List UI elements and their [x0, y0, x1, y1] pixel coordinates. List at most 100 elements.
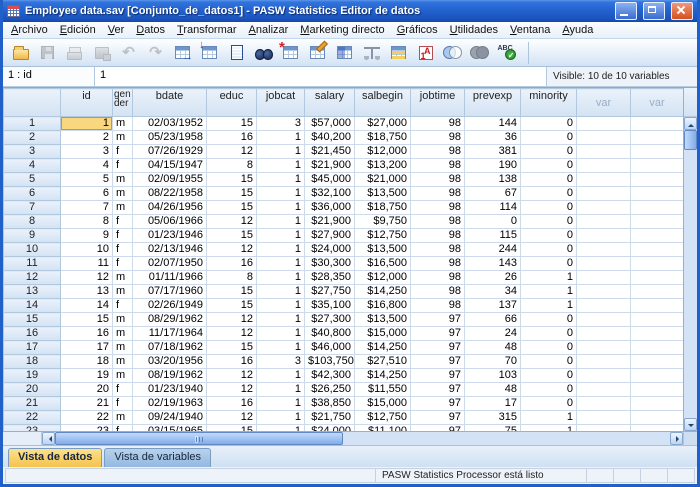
column-header-bdate[interactable]: bdate [133, 89, 207, 117]
cell-6-salbegin[interactable]: $13,500 [355, 187, 411, 201]
cell-3-salary[interactable]: $21,450 [305, 145, 355, 159]
cell-4-var[interactable] [631, 159, 684, 173]
cell-23-var[interactable] [577, 425, 631, 432]
cell-4-educ[interactable]: 8 [207, 159, 257, 173]
cell-1-jobtime[interactable]: 98 [411, 117, 465, 131]
scroll-right-button[interactable] [670, 432, 683, 445]
cell-6-educ[interactable]: 15 [207, 187, 257, 201]
cell-2-minority[interactable]: 0 [521, 131, 577, 145]
cell-17-salary[interactable]: $46,000 [305, 341, 355, 355]
cell-19-prevexp[interactable]: 103 [465, 369, 521, 383]
cell-19-var[interactable] [577, 369, 631, 383]
cell-21-var[interactable] [631, 397, 684, 411]
cell-19-salbegin[interactable]: $14,250 [355, 369, 411, 383]
cell-18-salary[interactable]: $103,750 [305, 355, 355, 369]
cell-9-educ[interactable]: 15 [207, 229, 257, 243]
menu-ventana[interactable]: Ventana [504, 23, 556, 37]
cell-4-jobcat[interactable]: 1 [257, 159, 305, 173]
cell-22-gender[interactable]: m [113, 411, 133, 425]
cell-18-minority[interactable]: 0 [521, 355, 577, 369]
cell-18-jobtime[interactable]: 97 [411, 355, 465, 369]
row-header-22[interactable]: 22 [4, 411, 61, 425]
menu-datos[interactable]: Datos [130, 23, 171, 37]
column-header-salbegin[interactable]: salbegin [355, 89, 411, 117]
cell-5-salbegin[interactable]: $21,000 [355, 173, 411, 187]
cell-16-educ[interactable]: 12 [207, 327, 257, 341]
cell-8-id[interactable]: 8 [61, 215, 113, 229]
cell-22-jobcat[interactable]: 1 [257, 411, 305, 425]
cell-11-id[interactable]: 11 [61, 257, 113, 271]
cell-1-id[interactable]: 1 [61, 117, 113, 131]
cell-editor-input[interactable]: 1 [95, 67, 547, 86]
cell-1-salbegin[interactable]: $27,000 [355, 117, 411, 131]
cell-23-jobcat[interactable]: 1 [257, 425, 305, 432]
menu-marketing-directo[interactable]: Marketing directo [294, 23, 390, 37]
cell-2-id[interactable]: 2 [61, 131, 113, 145]
cell-19-jobcat[interactable]: 1 [257, 369, 305, 383]
cell-12-prevexp[interactable]: 26 [465, 271, 521, 285]
cell-22-var[interactable] [577, 411, 631, 425]
cell-5-jobtime[interactable]: 98 [411, 173, 465, 187]
row-header-1[interactable]: 1 [4, 117, 61, 131]
cell-10-bdate[interactable]: 02/13/1946 [133, 243, 207, 257]
cell-7-bdate[interactable]: 04/26/1956 [133, 201, 207, 215]
cell-15-gender[interactable]: m [113, 313, 133, 327]
variables-button[interactable] [223, 41, 250, 65]
cell-3-salbegin[interactable]: $12,000 [355, 145, 411, 159]
cell-4-id[interactable]: 4 [61, 159, 113, 173]
cell-10-salbegin[interactable]: $13,500 [355, 243, 411, 257]
goto-case-button[interactable]: → [169, 41, 196, 65]
cell-14-salbegin[interactable]: $16,800 [355, 299, 411, 313]
cell-3-bdate[interactable]: 07/26/1929 [133, 145, 207, 159]
cell-16-var[interactable] [577, 327, 631, 341]
use-variable-sets-button[interactable] [439, 41, 466, 65]
cell-17-salbegin[interactable]: $14,250 [355, 341, 411, 355]
cell-10-prevexp[interactable]: 244 [465, 243, 521, 257]
cell-2-salbegin[interactable]: $18,750 [355, 131, 411, 145]
cell-2-var[interactable] [577, 131, 631, 145]
cell-21-jobcat[interactable]: 1 [257, 397, 305, 411]
cell-15-salary[interactable]: $27,300 [305, 313, 355, 327]
minimize-button[interactable] [615, 2, 637, 20]
cell-13-jobtime[interactable]: 98 [411, 285, 465, 299]
grid-corner-cell[interactable] [4, 89, 61, 117]
cell-11-jobtime[interactable]: 98 [411, 257, 465, 271]
row-header-3[interactable]: 3 [4, 145, 61, 159]
cell-7-jobcat[interactable]: 1 [257, 201, 305, 215]
cell-23-educ[interactable]: 15 [207, 425, 257, 432]
horizontal-scroll-track[interactable] [343, 432, 670, 445]
cell-19-var[interactable] [631, 369, 684, 383]
cell-21-prevexp[interactable]: 17 [465, 397, 521, 411]
cell-19-salary[interactable]: $42,300 [305, 369, 355, 383]
cell-23-id[interactable]: 23 [61, 425, 113, 432]
cell-9-jobcat[interactable]: 1 [257, 229, 305, 243]
cell-22-salbegin[interactable]: $12,750 [355, 411, 411, 425]
cell-7-prevexp[interactable]: 114 [465, 201, 521, 215]
cell-3-jobcat[interactable]: 1 [257, 145, 305, 159]
cell-7-salary[interactable]: $36,000 [305, 201, 355, 215]
cell-13-var[interactable] [631, 285, 684, 299]
split-file-button[interactable] [331, 41, 358, 65]
cell-13-gender[interactable]: m [113, 285, 133, 299]
cell-18-bdate[interactable]: 03/20/1956 [133, 355, 207, 369]
cell-7-var[interactable] [631, 201, 684, 215]
cell-17-var[interactable] [577, 341, 631, 355]
cell-22-minority[interactable]: 1 [521, 411, 577, 425]
cell-8-var[interactable] [631, 215, 684, 229]
cell-16-salary[interactable]: $40,800 [305, 327, 355, 341]
cell-9-var[interactable] [577, 229, 631, 243]
row-header-8[interactable]: 8 [4, 215, 61, 229]
cell-20-jobtime[interactable]: 97 [411, 383, 465, 397]
cell-14-jobcat[interactable]: 1 [257, 299, 305, 313]
cell-1-prevexp[interactable]: 144 [465, 117, 521, 131]
cell-5-minority[interactable]: 0 [521, 173, 577, 187]
cell-6-var[interactable] [577, 187, 631, 201]
cell-21-salbegin[interactable]: $15,000 [355, 397, 411, 411]
row-header-15[interactable]: 15 [4, 313, 61, 327]
cell-13-prevexp[interactable]: 34 [465, 285, 521, 299]
show-all-variables-button[interactable] [466, 41, 493, 65]
column-header-prevexp[interactable]: prevexp [465, 89, 521, 117]
cell-14-minority[interactable]: 1 [521, 299, 577, 313]
cell-10-salary[interactable]: $24,000 [305, 243, 355, 257]
cell-14-salary[interactable]: $35,100 [305, 299, 355, 313]
